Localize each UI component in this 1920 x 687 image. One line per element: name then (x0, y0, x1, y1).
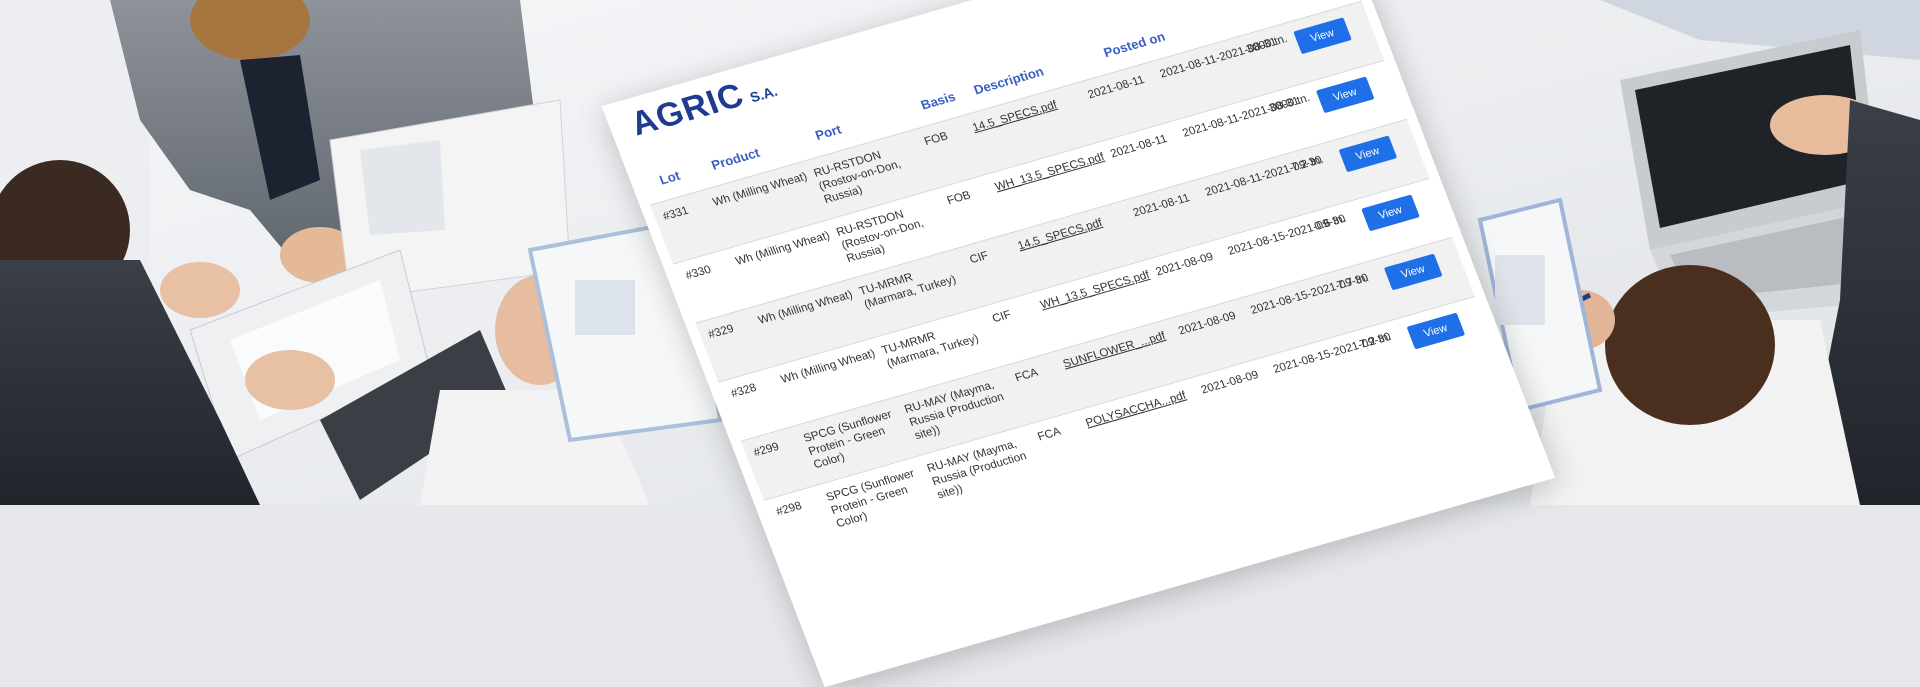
header-lot: Lot (657, 167, 683, 188)
cell-qty: 3000 tn. (1244, 33, 1290, 56)
header-posted-on: Posted on (1101, 28, 1168, 61)
view-button[interactable]: View (1338, 135, 1397, 173)
cell-lot: #330 (683, 263, 713, 283)
cell-qty: 7.2 tn. (1290, 153, 1326, 174)
cell-posted: 2021-08-09 (1154, 250, 1216, 279)
cell-lot: #328 (729, 381, 759, 401)
cell-qty: 3000 tn. (1267, 92, 1312, 115)
logo-suffix: S.A. (747, 82, 780, 106)
cell-lot: #329 (706, 322, 736, 342)
header-product: Product (709, 145, 762, 173)
view-button[interactable]: View (1315, 76, 1375, 114)
cell-basis: CIF (990, 308, 1013, 326)
header-description: Description (971, 63, 1046, 98)
cell-basis: CIF (968, 249, 991, 267)
cell-posted: 2021-08-11 (1086, 74, 1147, 102)
cell-lot: #298 (774, 499, 804, 519)
cell-qty: 0.6 tn. (1312, 212, 1348, 233)
cell-qty: 7.7 tn. (1335, 271, 1371, 292)
view-button[interactable]: View (1406, 312, 1465, 350)
cell-qty: 7.2 tn. (1358, 330, 1394, 351)
agric-logo: AGRICS.A. (626, 67, 782, 144)
cell-basis: FOB (945, 189, 973, 208)
cell-lot: #331 (661, 204, 691, 224)
cell-basis: FCA (1013, 366, 1040, 385)
cell-posted: 2021-08-11 (1131, 192, 1192, 220)
cell-posted: 2021-08-09 (1176, 309, 1238, 338)
logo-name: AGRIC (625, 76, 750, 144)
cell-basis: FOB (922, 130, 950, 149)
cell-posted: 2021-08-11 (1108, 133, 1169, 161)
cell-lot: #299 (751, 440, 781, 460)
cell-basis: FCA (1036, 425, 1063, 444)
view-button[interactable]: View (1293, 17, 1352, 55)
table-body: #331 Wh (Milling Wheat) RU-RSTDON (Rosto… (650, 0, 1498, 559)
cell-posted: 2021-08-09 (1199, 369, 1261, 397)
view-button[interactable]: View (1361, 194, 1420, 232)
header-port: Port (813, 121, 844, 143)
view-button[interactable]: View (1383, 253, 1443, 291)
agric-table-sheet: AGRICS.A. Lot Product Port Basis Descrip… (580, 0, 1556, 687)
header-basis: Basis (918, 88, 958, 113)
